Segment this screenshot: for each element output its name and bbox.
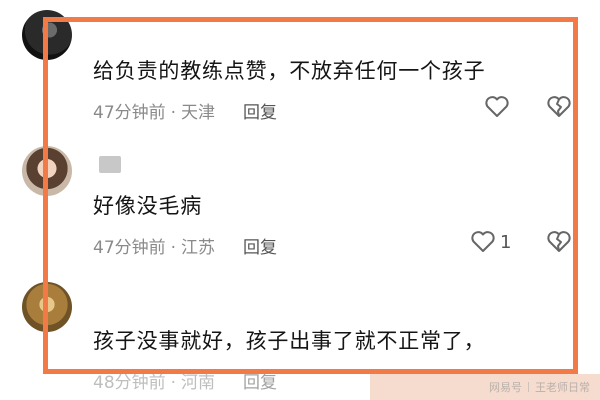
dislike-button[interactable] [546,230,572,258]
comment-time: 47分钟前 [93,103,166,123]
like-button[interactable] [484,95,510,119]
username-redacted [99,156,121,173]
broken-heart-icon [547,96,571,117]
comment-text: 孩子没事就好，孩子出事了就不正常了， [93,329,486,353]
comment-meta: 48分钟前 · 河南 回复 [93,368,277,393]
watermark-platform: 网易号 [489,381,522,394]
reply-button[interactable]: 回复 [243,103,277,123]
comment-time: 47分钟前 [93,238,166,258]
like-button[interactable]: 1 [470,230,511,254]
comment-location: 天津 [181,103,216,123]
watermark: 网易号 王老师日常 [370,374,600,400]
like-count: 1 [500,231,512,253]
comment-meta: 47分钟前 · 江苏 回复 [93,233,277,258]
broken-heart-icon [547,231,571,252]
comment-meta: 47分钟前 · 天津 回复 [93,98,277,123]
heart-icon [485,96,509,117]
watermark-divider [528,382,529,392]
watermark-account: 王老师日常 [535,381,590,394]
avatar[interactable] [22,146,72,196]
avatar[interactable] [22,282,72,332]
dislike-button[interactable] [546,95,572,123]
reply-button[interactable]: 回复 [243,373,277,393]
comment-time: 48分钟前 [93,373,166,393]
avatar[interactable] [22,10,72,60]
comment-location: 河南 [181,373,216,393]
comment-location: 江苏 [181,238,216,258]
meta-separator: · [170,238,177,258]
meta-separator: · [170,373,177,393]
meta-separator: · [170,103,177,123]
comment-text: 好像没毛病 [93,194,202,218]
heart-icon [471,231,495,252]
reply-button[interactable]: 回复 [243,238,277,258]
comment-text: 给负责的教练点赞，不放弃任何一个孩子 [93,59,486,83]
